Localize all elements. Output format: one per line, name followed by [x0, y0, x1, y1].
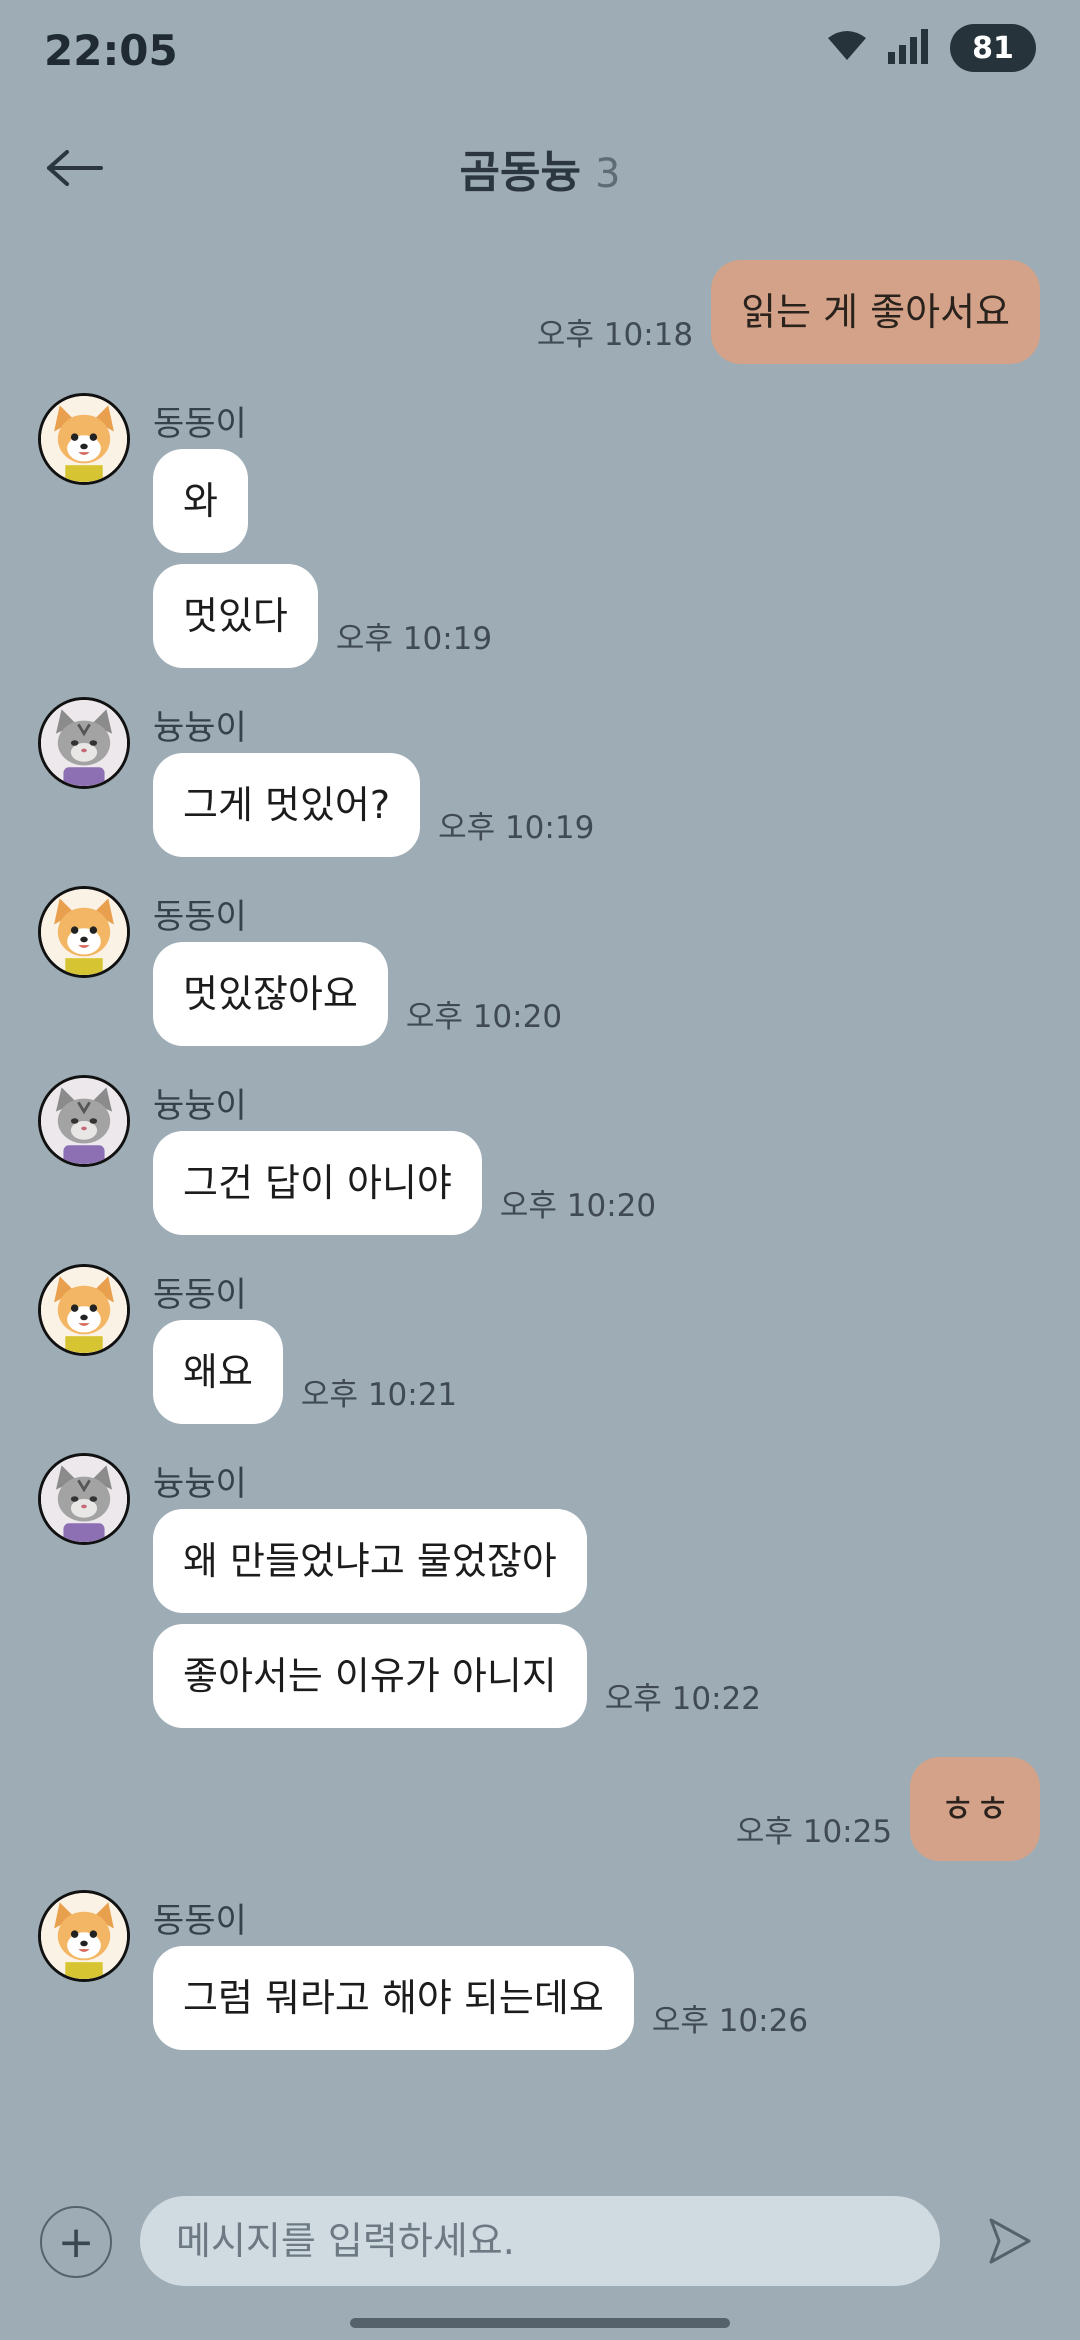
message-bubble[interactable]: ㅎㅎ: [910, 1757, 1040, 1861]
dog-avatar[interactable]: [38, 886, 130, 978]
dog-avatar[interactable]: [38, 393, 130, 485]
sender-name: 늉늉이: [153, 1464, 247, 1504]
sender-name: 늉늉이: [153, 708, 247, 748]
message-bubble[interactable]: 읽는 게 좋아서요: [711, 260, 1040, 364]
message-bubble[interactable]: 와: [153, 449, 248, 553]
message-bubble[interactable]: 왜요: [153, 1320, 283, 1424]
sender-name: 동동이: [153, 897, 247, 937]
message-incoming: 그게 멋있어? 오후 10:19: [153, 753, 612, 857]
dog-avatar[interactable]: [38, 1890, 130, 1982]
message-bubble[interactable]: 좋아서는 이유가 아니지: [153, 1624, 587, 1728]
message-incoming: 그건 답이 아니야 오후 10:20: [153, 1131, 674, 1235]
message-incoming: 그럼 뭐라고 해야 되는데요 오후 10:26: [153, 1946, 826, 2050]
message-bubble[interactable]: 그럼 뭐라고 해야 되는데요: [153, 1946, 634, 2050]
sender-name: 동동이: [153, 404, 247, 444]
sender-name: 동동이: [153, 1901, 247, 1941]
attach-button[interactable]: +: [40, 2206, 112, 2278]
send-button[interactable]: [975, 2206, 1045, 2276]
message-bubble[interactable]: 왜 만들었냐고 물었잖아: [153, 1509, 587, 1613]
message-incoming: 와: [153, 449, 248, 553]
cat-avatar[interactable]: [38, 1453, 130, 1545]
message-incoming: 왜 만들었냐고 물었잖아: [153, 1509, 587, 1613]
message-time: 오후 10:18: [536, 317, 694, 353]
message-time: 오후 10:22: [604, 1681, 761, 1717]
message-bubble[interactable]: 그게 멋있어?: [153, 753, 421, 857]
cat-avatar[interactable]: [38, 1075, 130, 1167]
message-time: 오후 10:19: [438, 810, 595, 846]
send-icon: [989, 2218, 1031, 2264]
home-indicator[interactable]: [350, 2318, 730, 2328]
sender-name: 늉늉이: [153, 1086, 247, 1126]
dog-avatar[interactable]: [38, 1264, 130, 1356]
message-bubble[interactable]: 멋있잖아요: [153, 942, 388, 1046]
message-outgoing: 오후 10:18 읽는 게 좋아서요: [519, 260, 1040, 364]
message-time: 오후 10:20: [405, 999, 563, 1035]
message-bubble[interactable]: 멋있다: [153, 564, 318, 668]
message-incoming: 멋있다 오후 10:19: [153, 564, 510, 668]
message-list: 오후 10:18 읽는 게 좋아서요 동동이 와 멋있다 오후 10:19 늉늉…: [0, 0, 1080, 2340]
message-incoming: 좋아서는 이유가 아니지 오후 10:22: [153, 1624, 779, 1728]
message-outgoing: 오후 10:25 ㅎㅎ: [718, 1757, 1040, 1861]
message-input[interactable]: [140, 2196, 940, 2286]
composer-bar: +: [0, 2190, 1080, 2300]
message-incoming: 멋있잖아요 오후 10:20: [153, 942, 580, 1046]
message-time: 오후 10:19: [335, 621, 493, 657]
cat-avatar[interactable]: [38, 697, 130, 789]
message-time: 오후 10:25: [735, 1814, 893, 1850]
message-time: 오후 10:20: [499, 1188, 657, 1224]
message-time: 오후 10:21: [300, 1377, 458, 1413]
message-incoming: 왜요 오후 10:21: [153, 1320, 475, 1424]
plus-icon: +: [57, 2216, 95, 2268]
message-time: 오후 10:26: [651, 2003, 809, 2039]
sender-name: 동동이: [153, 1275, 247, 1315]
message-bubble[interactable]: 그건 답이 아니야: [153, 1131, 482, 1235]
